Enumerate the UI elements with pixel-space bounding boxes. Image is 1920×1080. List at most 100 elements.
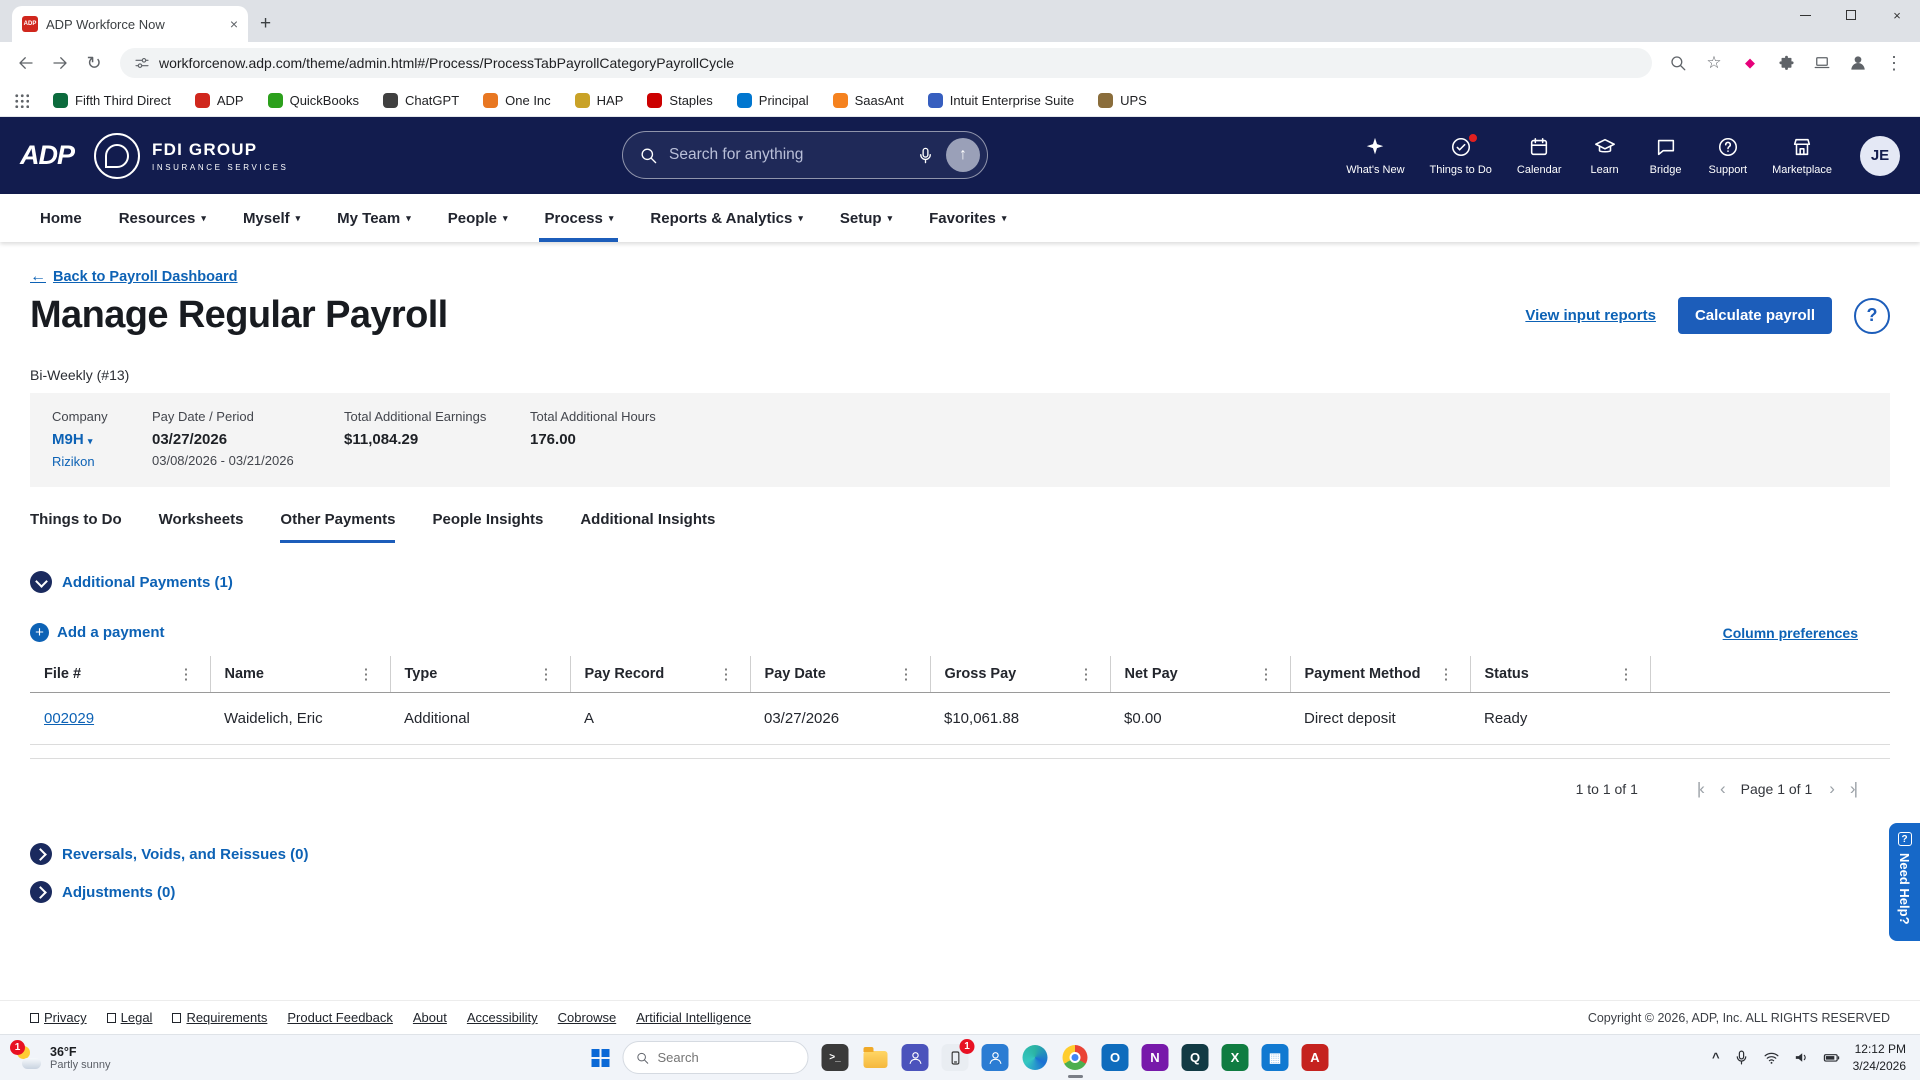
back-to-dashboard-link[interactable]: ← Back to Payroll Dashboard xyxy=(30,268,238,286)
global-search[interactable]: ↑ xyxy=(622,131,988,179)
column-menu-icon[interactable]: ⋮ xyxy=(899,665,914,683)
battery-icon[interactable] xyxy=(1823,1049,1840,1066)
last-page-icon[interactable]: ›| xyxy=(1850,779,1858,799)
browser-menu-icon[interactable]: ⋮ xyxy=(1878,47,1910,79)
expand-chevron-icon[interactable] xyxy=(30,843,52,865)
next-page-icon[interactable]: › xyxy=(1829,779,1835,799)
adjustments-section-toggle[interactable]: Adjustments (0) xyxy=(30,881,1890,903)
voice-search-icon[interactable] xyxy=(916,146,935,165)
file-explorer-icon[interactable] xyxy=(862,1044,889,1071)
weather-widget[interactable]: 1 36°F Partly sunny xyxy=(10,1040,111,1071)
bookmark-hap[interactable]: HAP xyxy=(574,92,623,108)
teams-icon[interactable] xyxy=(901,1044,929,1071)
things-to-do-button[interactable]: Things to Do xyxy=(1430,132,1492,176)
excel-icon[interactable]: X xyxy=(1221,1044,1249,1071)
nav-item-process[interactable]: Process ▾ xyxy=(539,194,619,242)
whats-new-button[interactable]: What's New xyxy=(1346,136,1405,176)
people-icon[interactable] xyxy=(981,1044,1009,1071)
window-maximize-button[interactable] xyxy=(1828,0,1874,30)
back-icon[interactable] xyxy=(10,47,42,79)
column-menu-icon[interactable]: ⋮ xyxy=(1439,665,1454,683)
chrome-icon[interactable] xyxy=(1062,1044,1089,1071)
window-close-button[interactable]: × xyxy=(1874,0,1920,30)
privacy-link[interactable]: Privacy xyxy=(30,1010,87,1025)
bookmark-principal[interactable]: Principal xyxy=(736,92,809,108)
browser-tab[interactable]: ADP ADP Workforce Now × xyxy=(12,6,248,42)
forward-icon[interactable] xyxy=(44,47,76,79)
company-dropdown[interactable]: M9H ▾ xyxy=(52,431,152,448)
acrobat-icon[interactable]: A xyxy=(1301,1044,1329,1071)
learn-button[interactable]: Learn xyxy=(1587,136,1623,176)
outlook-icon[interactable]: O xyxy=(1101,1044,1129,1071)
find-icon[interactable] xyxy=(1662,47,1694,79)
previous-page-icon[interactable]: ‹ xyxy=(1720,779,1726,799)
nav-item-myself[interactable]: Myself ▾ xyxy=(243,194,300,242)
collapse-chevron-icon[interactable] xyxy=(30,571,52,593)
column-menu-icon[interactable]: ⋮ xyxy=(179,665,194,683)
new-tab-button[interactable]: + xyxy=(260,14,271,33)
tab-additional-insights[interactable]: Additional Insights xyxy=(580,511,715,543)
calculate-payroll-button[interactable]: Calculate payroll xyxy=(1677,297,1832,334)
window-minimize-button[interactable] xyxy=(1782,0,1828,30)
legal-link[interactable]: Legal xyxy=(106,1010,152,1025)
nav-item-people[interactable]: People ▾ xyxy=(448,194,508,242)
volume-icon[interactable] xyxy=(1793,1049,1810,1066)
bookmark-one-inc[interactable]: One Inc xyxy=(483,92,551,108)
tab-things-to-do[interactable]: Things to Do xyxy=(30,511,122,543)
bookmark-star-icon[interactable]: ☆ xyxy=(1698,47,1730,79)
nav-item-my-team[interactable]: My Team ▾ xyxy=(337,194,411,242)
pinned-extension-icon[interactable]: ◆ xyxy=(1734,47,1766,79)
accessibility-link[interactable]: Accessibility xyxy=(467,1010,538,1025)
nav-item-favorites[interactable]: Favorites ▾ xyxy=(929,194,1006,242)
additional-payments-section-toggle[interactable]: Additional Payments (1) xyxy=(30,571,1890,593)
need-help-tab[interactable]: ? Need Help? xyxy=(1889,823,1920,941)
start-button[interactable] xyxy=(591,1048,610,1067)
extensions-puzzle-icon[interactable] xyxy=(1770,47,1802,79)
support-button[interactable]: Support xyxy=(1709,136,1747,176)
browser-profile-icon[interactable] xyxy=(1842,47,1874,79)
bookmark-staples[interactable]: Staples xyxy=(647,92,713,108)
nav-item-home[interactable]: Home xyxy=(40,194,82,242)
microphone-tray-icon[interactable] xyxy=(1733,1049,1750,1066)
about-link[interactable]: About xyxy=(413,1010,447,1025)
bookmark-chatgpt[interactable]: ChatGPT xyxy=(382,92,459,108)
tab-worksheets[interactable]: Worksheets xyxy=(159,511,244,543)
nav-item-reports-analytics[interactable]: Reports & Analytics ▾ xyxy=(650,194,803,242)
bookmark-ups[interactable]: UPS xyxy=(1098,92,1147,108)
apps-grid-icon[interactable] xyxy=(14,92,29,108)
marketplace-button[interactable]: Marketplace xyxy=(1772,136,1832,176)
column-menu-icon[interactable]: ⋮ xyxy=(539,665,554,683)
taskbar-search-input[interactable] xyxy=(657,1050,778,1065)
tray-chevron-up-icon[interactable]: ^ xyxy=(1712,1050,1720,1065)
help-button[interactable]: ? xyxy=(1854,297,1890,334)
quickbooks-icon[interactable]: Q xyxy=(1181,1044,1209,1071)
column-menu-icon[interactable]: ⋮ xyxy=(1259,665,1274,683)
tab-close-icon[interactable]: × xyxy=(230,16,238,32)
add-payment-link[interactable]: Add a payment xyxy=(57,624,165,641)
site-settings-icon[interactable] xyxy=(134,55,150,71)
cobrowse-link[interactable]: Cobrowse xyxy=(558,1010,617,1025)
bookmark-saasant[interactable]: SaasAnt xyxy=(832,92,904,108)
reversals-section-toggle[interactable]: Reversals, Voids, and Reissues (0) xyxy=(30,843,1890,865)
column-preferences-link[interactable]: Column preferences xyxy=(1723,625,1858,641)
expand-chevron-icon[interactable] xyxy=(30,881,52,903)
view-input-reports-link[interactable]: View input reports xyxy=(1525,307,1656,324)
artificial-intelligence-link[interactable]: Artificial Intelligence xyxy=(636,1010,751,1025)
terminal-icon[interactable]: >_ xyxy=(821,1044,849,1071)
file-number-link[interactable]: 002029 xyxy=(44,710,94,727)
taskbar-clock[interactable]: 12:12 PM 3/24/2026 xyxy=(1853,1041,1906,1075)
bridge-button[interactable]: Bridge xyxy=(1648,136,1684,176)
requirements-link[interactable]: Requirements xyxy=(172,1010,267,1025)
calculator-icon[interactable]: ▦ xyxy=(1261,1044,1289,1071)
phone-link-icon[interactable]: 1 xyxy=(941,1039,975,1071)
nav-item-resources[interactable]: Resources ▾ xyxy=(119,194,206,242)
onenote-icon[interactable]: N xyxy=(1141,1044,1169,1071)
tab-people-insights[interactable]: People Insights xyxy=(432,511,543,543)
wifi-icon[interactable] xyxy=(1763,1049,1780,1066)
taskbar-search[interactable] xyxy=(622,1041,809,1074)
calendar-button[interactable]: Calendar xyxy=(1517,136,1562,176)
add-payment-plus-icon[interactable]: + xyxy=(30,623,49,642)
search-input[interactable] xyxy=(669,146,905,164)
first-page-icon[interactable]: |‹ xyxy=(1697,779,1705,799)
column-menu-icon[interactable]: ⋮ xyxy=(1619,665,1634,683)
